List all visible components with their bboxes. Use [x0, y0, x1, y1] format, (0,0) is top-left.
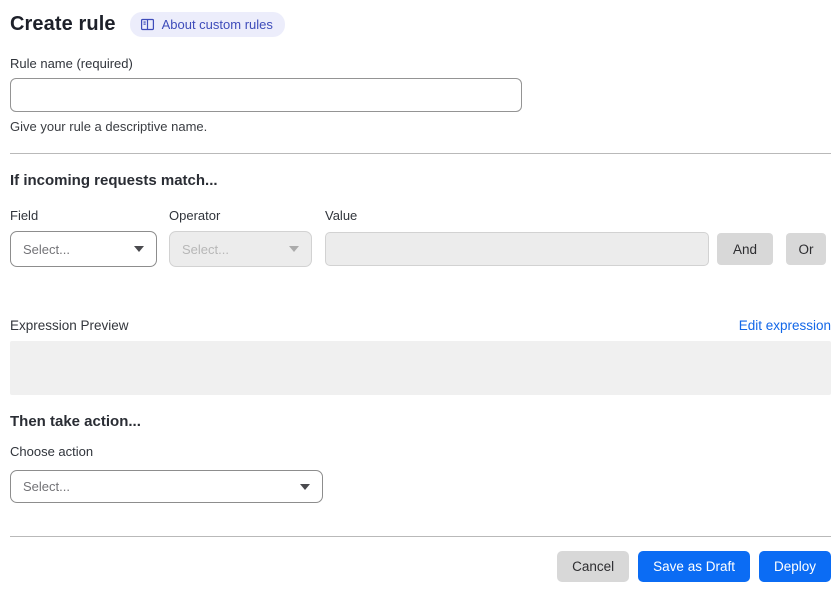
footer-actions: Cancel Save as Draft Deploy: [10, 551, 831, 582]
page-title: Create rule: [10, 12, 116, 35]
cancel-button[interactable]: Cancel: [557, 551, 630, 582]
match-controls-row: Select... Select... And Or: [10, 231, 831, 267]
save-as-draft-button[interactable]: Save as Draft: [638, 551, 750, 582]
operator-select: Select...: [169, 231, 312, 267]
edit-expression-link[interactable]: Edit expression: [739, 318, 831, 333]
deploy-button[interactable]: Deploy: [758, 551, 831, 582]
page-header: Create rule About custom rules: [10, 10, 831, 38]
or-button[interactable]: Or: [786, 233, 826, 265]
operator-label: Operator: [169, 208, 221, 223]
field-label: Field: [10, 208, 39, 223]
value-input: [325, 232, 709, 266]
chevron-down-icon: [300, 483, 310, 490]
match-section-heading: If incoming requests match...: [10, 172, 218, 189]
action-select[interactable]: Select...: [10, 470, 323, 503]
create-rule-page: Create rule About custom rules Rule name…: [0, 0, 839, 597]
about-custom-rules-link[interactable]: About custom rules: [129, 11, 285, 37]
match-labels-row: Field Operator Value: [10, 208, 831, 223]
rule-name-label: Rule name (required): [10, 56, 133, 71]
operator-select-placeholder: Select...: [182, 241, 229, 257]
book-icon: [140, 17, 155, 32]
choose-action-label: Choose action: [10, 444, 94, 459]
action-section-heading: Then take action...: [10, 413, 141, 430]
chevron-down-icon: [134, 246, 144, 252]
field-select[interactable]: Select...: [10, 231, 157, 267]
section-divider: [10, 153, 831, 154]
action-select-placeholder: Select...: [23, 479, 70, 494]
field-select-placeholder: Select...: [23, 241, 70, 257]
expression-preview-row: Expression Preview Edit expression: [10, 318, 831, 333]
expression-preview-label: Expression Preview: [10, 318, 129, 333]
value-label: Value: [325, 208, 358, 223]
and-button[interactable]: And: [717, 233, 773, 265]
expression-preview-box: [10, 341, 831, 395]
rule-name-helper: Give your rule a descriptive name.: [10, 119, 208, 134]
footer-divider: [10, 536, 831, 537]
about-custom-rules-label: About custom rules: [161, 16, 273, 32]
rule-name-input[interactable]: [10, 78, 522, 112]
chevron-down-icon: [289, 246, 299, 252]
